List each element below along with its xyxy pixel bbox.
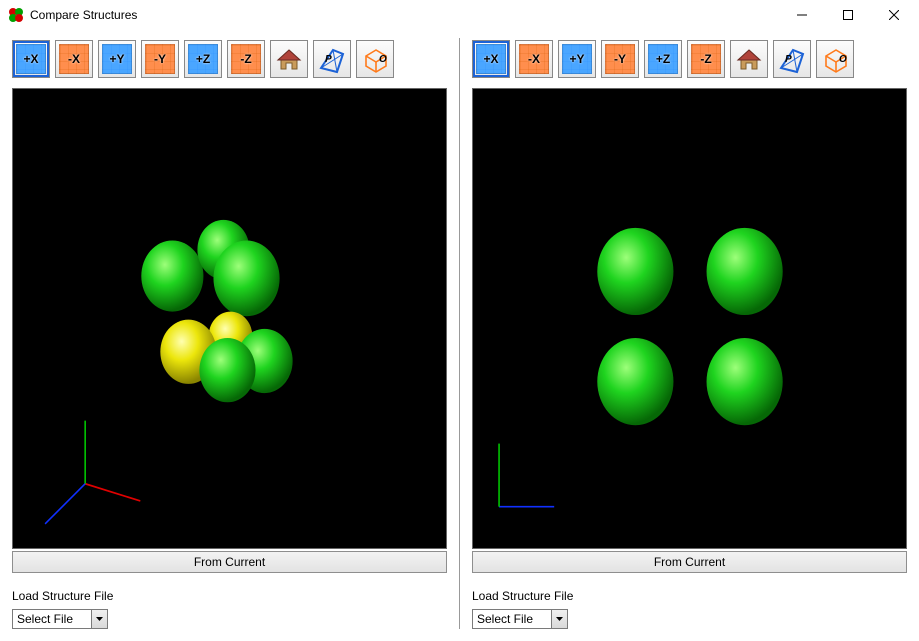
load-structure-label-left: Load Structure File — [12, 589, 447, 603]
view-plus-x-button[interactable]: +X — [12, 40, 50, 78]
svg-text:P: P — [785, 54, 792, 65]
view-minus-x-button[interactable]: -X — [515, 40, 553, 78]
combo-value: Select File — [477, 612, 533, 626]
atom-sphere[interactable] — [707, 228, 783, 315]
window-title: Compare Structures — [30, 8, 779, 22]
combo-value: Select File — [17, 612, 73, 626]
from-current-label: From Current — [194, 555, 265, 569]
view-minus-y-button[interactable]: -Y — [601, 40, 639, 78]
view-plus-z-button[interactable]: +Z — [184, 40, 222, 78]
atom-sphere[interactable] — [213, 240, 279, 316]
toolbar-left: +X-X+Y-Y+Z-Z P O — [12, 40, 447, 78]
view-minus-z-button[interactable]: -Z — [227, 40, 265, 78]
view-ortho-button[interactable]: O — [816, 40, 854, 78]
view-perspective-button[interactable]: P — [313, 40, 351, 78]
panel-left: +X-X+Y-Y+Z-Z P O From Current Load Structu… — [0, 30, 459, 641]
atom-sphere[interactable] — [141, 240, 203, 311]
panel-right: +X-X+Y-Y+Z-Z P O From Current Load Structu… — [460, 30, 919, 641]
svg-text:O: O — [839, 54, 847, 65]
from-current-button-left[interactable]: From Current — [12, 551, 447, 573]
toolbar-right: +X-X+Y-Y+Z-Z P O — [472, 40, 907, 78]
viewport-left[interactable] — [12, 88, 447, 549]
view-perspective-button[interactable]: P — [773, 40, 811, 78]
from-current-label: From Current — [654, 555, 725, 569]
view-minus-x-button[interactable]: -X — [55, 40, 93, 78]
select-file-combo-right[interactable]: Select File — [472, 609, 568, 629]
view-plus-y-button[interactable]: +Y — [558, 40, 596, 78]
atom-sphere[interactable] — [597, 338, 673, 425]
atom-sphere[interactable] — [199, 338, 255, 402]
view-ortho-button[interactable]: O — [356, 40, 394, 78]
view-home-button[interactable] — [730, 40, 768, 78]
select-file-combo-left[interactable]: Select File — [12, 609, 108, 629]
from-current-button-right[interactable]: From Current — [472, 551, 907, 573]
view-plus-x-button[interactable]: +X — [472, 40, 510, 78]
maximize-button[interactable] — [825, 1, 871, 29]
app-logo-icon — [8, 7, 24, 23]
chevron-down-icon — [91, 610, 107, 628]
view-minus-y-button[interactable]: -Y — [141, 40, 179, 78]
close-button[interactable] — [871, 1, 917, 29]
view-home-button[interactable] — [270, 40, 308, 78]
view-plus-y-button[interactable]: +Y — [98, 40, 136, 78]
window-controls — [779, 1, 917, 29]
view-minus-z-button[interactable]: -Z — [687, 40, 725, 78]
viewport-right[interactable] — [472, 88, 907, 549]
atom-sphere[interactable] — [707, 338, 783, 425]
titlebar: Compare Structures — [0, 0, 919, 30]
svg-text:P: P — [325, 54, 332, 65]
chevron-down-icon — [551, 610, 567, 628]
svg-text:O: O — [379, 54, 387, 65]
atom-sphere[interactable] — [597, 228, 673, 315]
content: +X-X+Y-Y+Z-ZPO From Current Load Structu… — [0, 30, 919, 641]
view-plus-z-button[interactable]: +Z — [644, 40, 682, 78]
minimize-button[interactable] — [779, 1, 825, 29]
load-structure-label-right: Load Structure File — [472, 589, 907, 603]
